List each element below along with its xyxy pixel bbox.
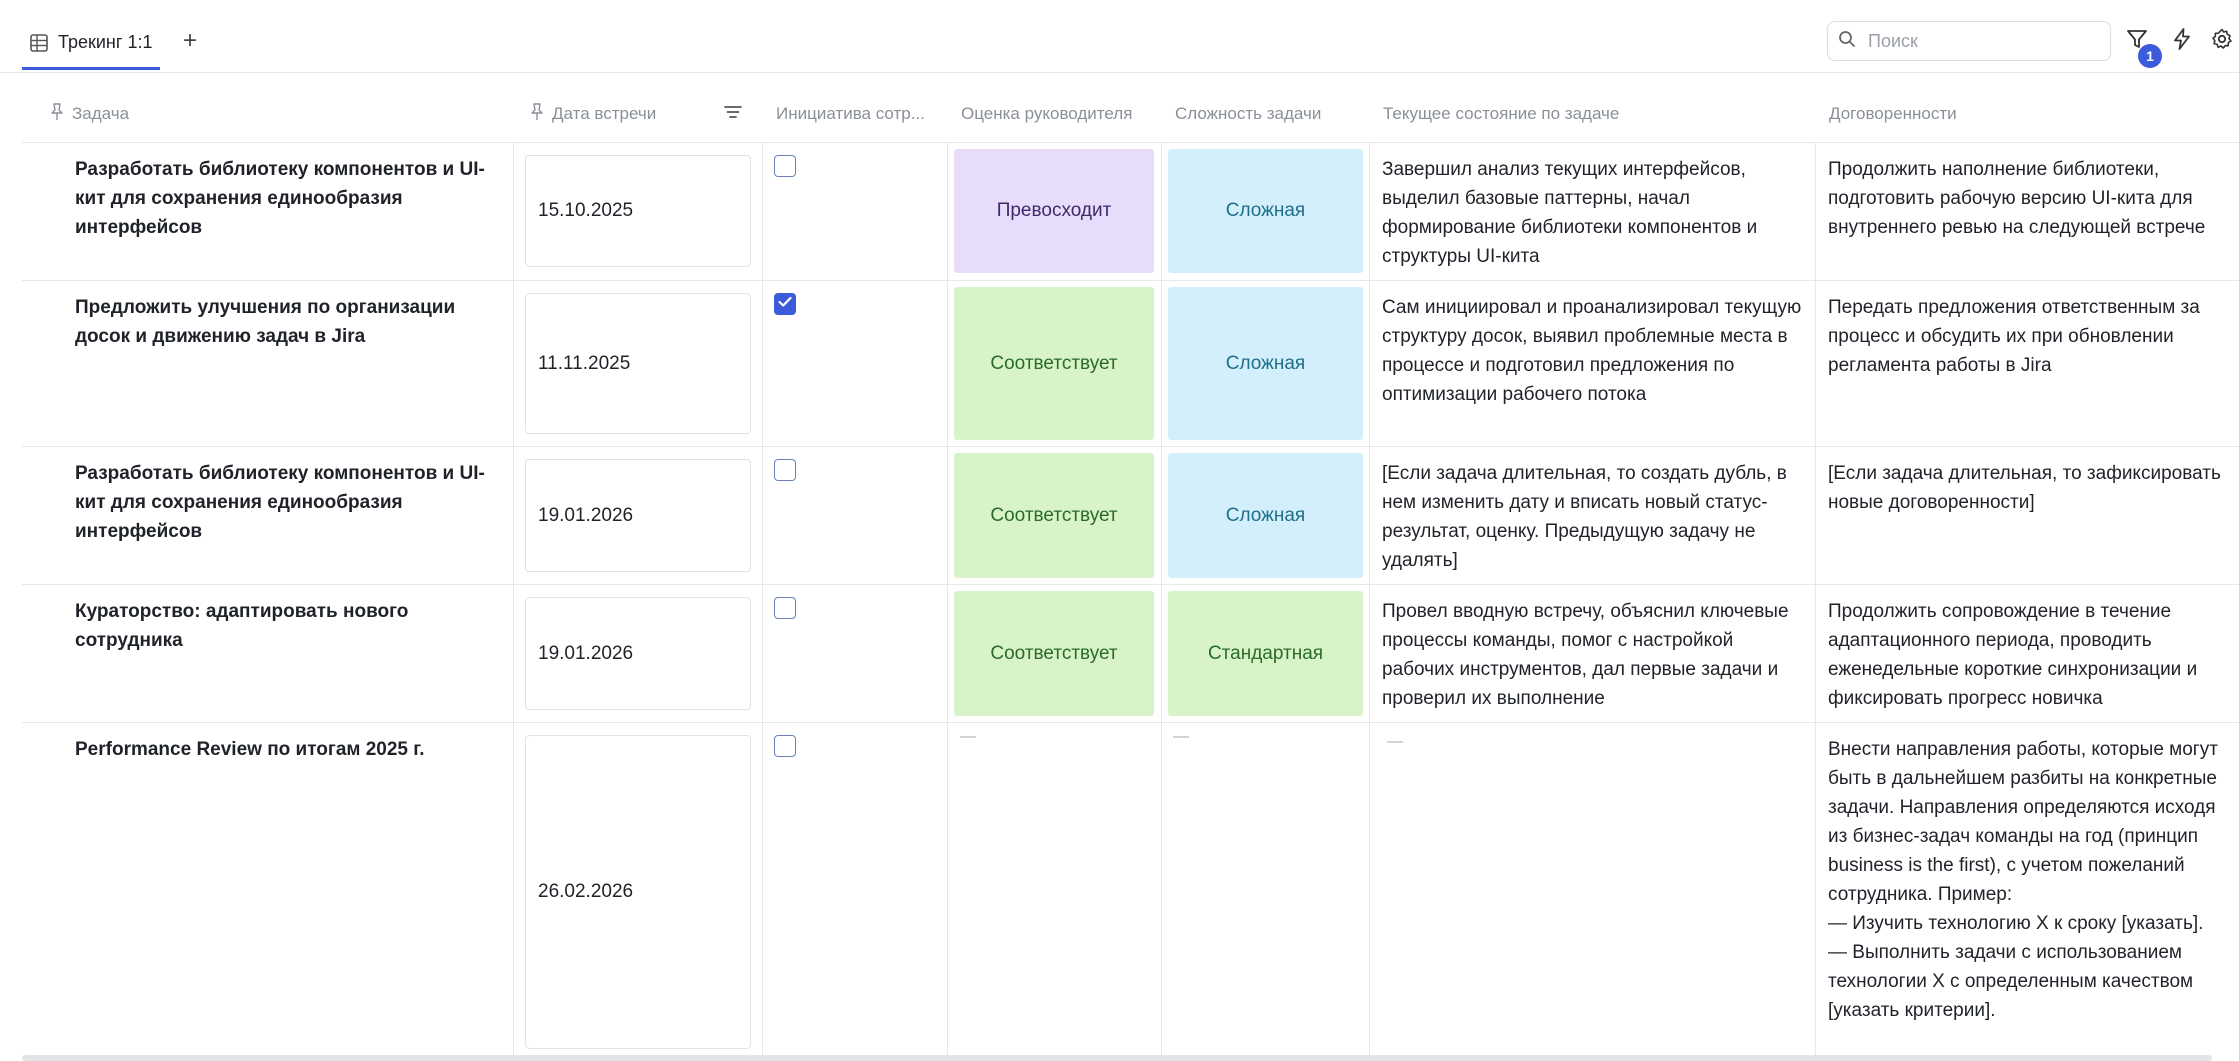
agreements-text[interactable]: Продолжить наполнение библиотеки, подгот… (1828, 155, 2233, 242)
complexity-tag[interactable]: Сложная (1168, 453, 1363, 578)
task-title[interactable]: Разработать библиотеку компонентов и UI-… (75, 459, 500, 546)
column-header-initiative[interactable]: Инициатива сотр... (776, 95, 946, 133)
column-header-label: Текущее состояние по задаче (1383, 104, 1620, 123)
empty-status[interactable]: — (1387, 733, 1403, 751)
rating-tag[interactable]: Соответствует (954, 453, 1154, 578)
task-title[interactable]: Разработать библиотеку компонентов и UI-… (75, 155, 500, 242)
initiative-checkbox[interactable] (774, 155, 796, 177)
horizontal-scrollbar[interactable] (22, 1055, 2212, 1061)
sort-button[interactable] (716, 97, 750, 131)
lightning-icon (2170, 27, 2194, 56)
column-header-status[interactable]: Текущее состояние по задаче (1383, 95, 1803, 133)
initiative-checkbox[interactable] (774, 735, 796, 757)
date-field[interactable]: 26.02.2026 (525, 735, 751, 1049)
rating-tag[interactable]: Соответствует (954, 287, 1154, 440)
task-title[interactable]: Предложить улучшения по организации досо… (75, 293, 500, 351)
agreements-text[interactable]: Передать предложения ответственным за пр… (1828, 293, 2233, 380)
agreements-text[interactable]: [Если задача длительная, то зафиксироват… (1828, 459, 2233, 517)
date-field[interactable]: 19.01.2026 (525, 597, 751, 710)
add-tab-button[interactable]: + (176, 28, 204, 56)
agreements-text[interactable]: Продолжить сопровождение в течение адапт… (1828, 597, 2233, 713)
sort-icon (723, 104, 743, 125)
task-title[interactable]: Performance Review по итогам 2025 г. (75, 735, 500, 764)
column-header-label: Дата встречи (552, 104, 657, 123)
date-field[interactable]: 19.01.2026 (525, 459, 751, 572)
column-header-label: Сложность задачи (1175, 104, 1322, 123)
top-divider (0, 72, 2239, 73)
empty-complexity[interactable]: — (1173, 728, 1189, 746)
agreements-text[interactable]: Внести направления работы, которые могут… (1828, 735, 2233, 1025)
status-text[interactable]: Завершил анализ текущих интерфейсов, выд… (1382, 155, 1807, 271)
column-header-rating[interactable]: Оценка руководителя (961, 95, 1161, 133)
table-icon (30, 33, 48, 52)
date-field[interactable]: 15.10.2025 (525, 155, 751, 267)
column-header-label: Оценка руководителя (961, 104, 1133, 123)
date-field[interactable]: 11.11.2025 (525, 293, 751, 434)
initiative-checkbox[interactable] (774, 459, 796, 481)
status-text[interactable]: [Если задача длительная, то создать дубл… (1382, 459, 1807, 575)
settings-button[interactable] (2207, 24, 2237, 58)
column-header-agreements[interactable]: Договоренности (1829, 95, 2229, 133)
task-title[interactable]: Кураторство: адаптировать нового сотрудн… (75, 597, 500, 655)
column-header-task[interactable]: Задача (50, 95, 510, 133)
row-divider (22, 584, 2239, 585)
rating-tag[interactable]: Превосходит (954, 149, 1154, 273)
column-header-date[interactable]: Дата встречи (530, 95, 710, 133)
tab-tracking[interactable]: Трекинг 1:1 (22, 18, 161, 70)
column-header-label: Задача (72, 104, 130, 123)
complexity-tag[interactable]: Стандартная (1168, 591, 1363, 716)
pin-icon (50, 102, 64, 126)
complexity-tag[interactable]: Сложная (1168, 287, 1363, 440)
automation-button[interactable] (2165, 24, 2199, 58)
search-input[interactable] (1866, 29, 2090, 53)
initiative-checkbox[interactable] (774, 293, 796, 315)
complexity-tag[interactable]: Сложная (1168, 149, 1363, 273)
tab-label: Трекинг 1:1 (58, 32, 153, 52)
search-icon (1838, 30, 1856, 53)
filter-count-badge: 1 (2138, 44, 2162, 68)
row-divider (22, 280, 2239, 281)
initiative-checkbox[interactable] (774, 597, 796, 619)
column-header-label: Инициатива сотр... (776, 104, 925, 123)
status-text[interactable]: Провел вводную встречу, объяснил ключевы… (1382, 597, 1807, 713)
header-divider (22, 142, 2239, 143)
status-text[interactable]: Сам инициировал и проанализировал текущу… (1382, 293, 1807, 409)
check-icon (778, 295, 792, 313)
gear-icon (2210, 27, 2234, 56)
pin-icon (530, 102, 544, 126)
empty-rating[interactable]: — (960, 728, 976, 746)
column-header-complexity[interactable]: Сложность задачи (1175, 95, 1375, 133)
column-header-label: Договоренности (1829, 104, 1957, 123)
search-box[interactable] (1827, 21, 2111, 61)
rating-tag[interactable]: Соответствует (954, 591, 1154, 716)
row-divider (22, 446, 2239, 447)
row-divider (22, 722, 2239, 723)
